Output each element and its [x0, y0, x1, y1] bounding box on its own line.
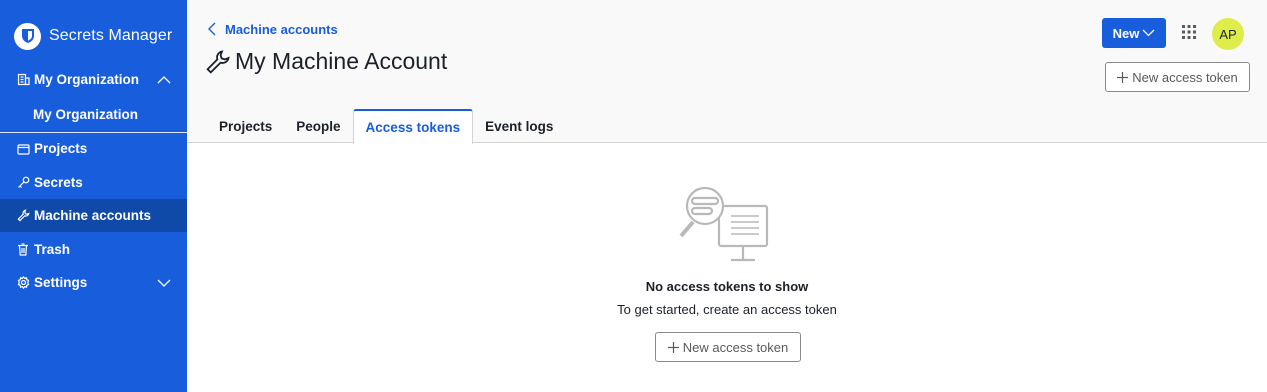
sidebar-item-my-organization[interactable]: My Organization	[0, 98, 187, 131]
brand[interactable]: Secrets Manager	[14, 22, 172, 50]
chevron-down-icon[interactable]	[157, 276, 171, 290]
breadcrumb-link[interactable]: Machine accounts	[225, 22, 338, 37]
tab-access-tokens[interactable]: Access tokens	[352, 109, 474, 144]
button-label: New access token	[1132, 69, 1238, 85]
app-name: Secrets Manager	[49, 27, 173, 44]
empty-state-subtitle: To get started, create an access token	[617, 302, 837, 317]
sidebar-item-label: Projects	[34, 141, 88, 156]
tab-bar: Projects People Access tokens Event logs	[207, 109, 565, 144]
page-header: Machine accounts My Machine Account New …	[187, 0, 1267, 144]
sidebar: Secrets Manager My Organization My Organ…	[0, 0, 187, 392]
new-access-token-button[interactable]: New access token	[1105, 62, 1250, 92]
sidebar-item-label: Settings	[34, 275, 88, 290]
tab-people[interactable]: People	[284, 109, 352, 143]
breadcrumb[interactable]: Machine accounts	[207, 21, 338, 37]
building-icon	[16, 73, 30, 87]
chevron-left-icon	[208, 22, 216, 36]
sidebar-item-label: Machine accounts	[34, 208, 152, 223]
sidebar-item-secrets[interactable]: Secrets	[0, 166, 187, 199]
wrench-icon	[16, 209, 30, 223]
button-label: New access token	[682, 339, 789, 355]
sidebar-item-label: Trash	[34, 242, 71, 257]
avatar[interactable]: AP	[1212, 18, 1244, 50]
no-results-illustration-icon	[679, 186, 769, 262]
sidebar-item-label: Secrets	[34, 175, 83, 190]
wrench-icon	[206, 49, 230, 74]
sidebar-item-organization[interactable]: My Organization	[0, 63, 187, 96]
trash-icon	[16, 243, 30, 257]
new-button-label: New	[1112, 25, 1140, 41]
empty-state: No access tokens to show To get started,…	[187, 144, 1267, 392]
sidebar-item-label: My Organization	[34, 72, 140, 87]
title-row: My Machine Account	[205, 48, 447, 75]
tab-event-logs[interactable]: Event logs	[473, 109, 565, 143]
key-icon	[16, 176, 30, 190]
chevron-up-icon[interactable]	[157, 73, 171, 87]
sidebar-item-settings[interactable]: Settings	[0, 266, 187, 299]
sidebar-item-projects[interactable]: Projects	[0, 132, 187, 165]
plus-icon	[667, 341, 679, 353]
shield-logo-icon	[14, 22, 41, 50]
new-access-token-button[interactable]: New access token	[655, 332, 801, 362]
new-button[interactable]: New	[1102, 18, 1166, 48]
chevron-down-icon	[1142, 29, 1155, 37]
plus-icon	[1117, 71, 1129, 83]
page-title: My Machine Account	[235, 48, 448, 74]
sidebar-item-trash[interactable]: Trash	[0, 233, 187, 266]
folder-icon	[16, 142, 30, 156]
sidebar-item-machine-accounts[interactable]: Machine accounts	[0, 199, 187, 232]
tab-projects[interactable]: Projects	[207, 109, 284, 143]
app-switcher-grid-icon[interactable]	[1182, 25, 1196, 39]
sidebar-item-label: My Organization	[33, 107, 139, 122]
gear-icon	[16, 276, 30, 290]
empty-state-title: No access tokens to show	[645, 279, 809, 294]
